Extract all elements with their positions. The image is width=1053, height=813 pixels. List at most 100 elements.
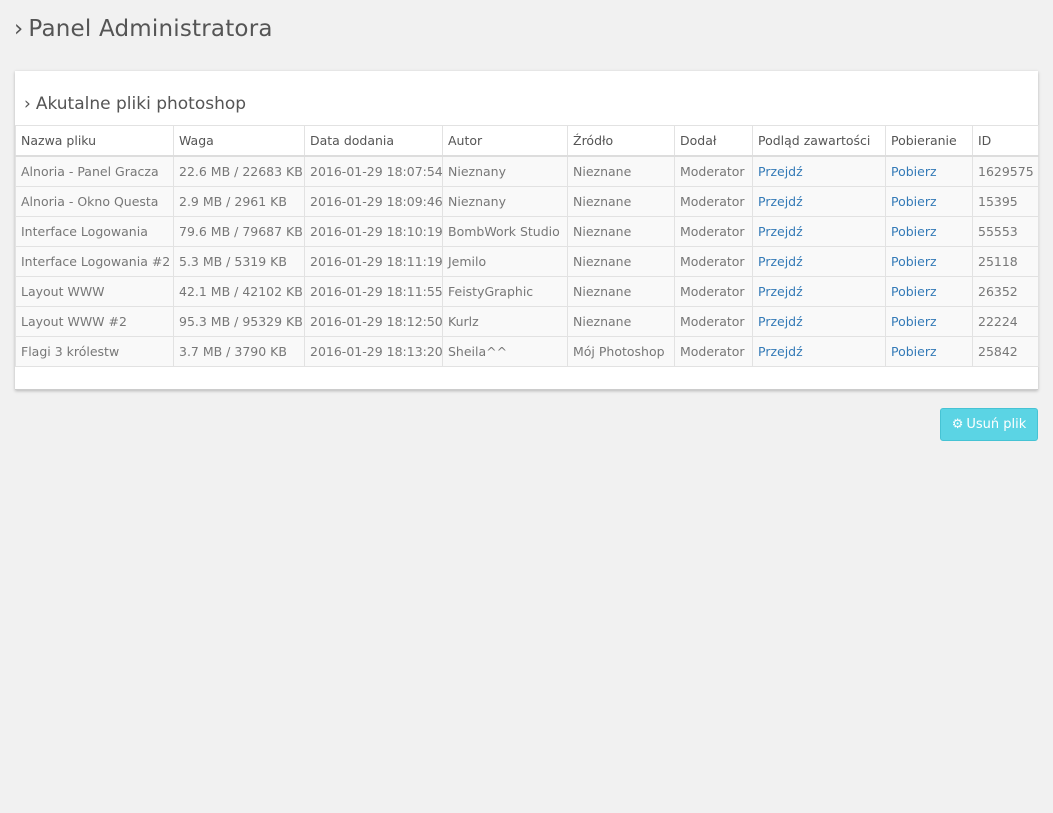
preview-link[interactable]: Przejdź (758, 344, 803, 359)
cell-name: Layout WWW (15, 276, 174, 307)
cell-added-by: Moderator (674, 155, 753, 187)
cell-added-by: Moderator (674, 246, 753, 277)
cell-id: 25118 (972, 246, 1039, 277)
cell-name: Alnoria - Okno Questa (15, 186, 174, 217)
cell-source: Mój Photoshop (567, 336, 675, 367)
cell-date: 2016-01-29 18:11:19 (304, 246, 443, 277)
column-header-id[interactable]: ID (972, 125, 1039, 157)
cell-preview: Przejdź (752, 336, 886, 367)
cell-added-by: Moderator (674, 336, 753, 367)
cell-name: Interface Logowania #2 (15, 246, 174, 277)
cell-added-by: Moderator (674, 276, 753, 307)
cell-author: Nieznany (442, 155, 568, 187)
cell-name: Alnoria - Panel Gracza (15, 155, 174, 187)
cell-preview: Przejdź (752, 246, 886, 277)
preview-link[interactable]: Przejdź (758, 194, 803, 209)
cell-added-by: Moderator (674, 186, 753, 217)
column-header-date[interactable]: Data dodania (304, 125, 443, 157)
cell-author: FeistyGraphic (442, 276, 568, 307)
preview-link[interactable]: Przejdź (758, 224, 803, 239)
cell-author: Sheila^^ (442, 336, 568, 367)
cell-size: 3.7 MB / 3790 KB (173, 336, 305, 367)
cell-source: Nieznane (567, 246, 675, 277)
cell-size: 22.6 MB / 22683 KB (173, 155, 305, 187)
cell-size: 5.3 MB / 5319 KB (173, 246, 305, 277)
cell-name: Layout WWW #2 (15, 306, 174, 337)
column-header-name[interactable]: Nazwa pliku (15, 125, 174, 157)
cell-id: 22224 (972, 306, 1039, 337)
delete-file-button[interactable]: ⚙ Usuń plik (940, 408, 1038, 441)
preview-link[interactable]: Przejdź (758, 164, 803, 179)
cell-id: 1629575 (972, 155, 1039, 187)
cell-source: Nieznane (567, 216, 675, 247)
table-row: Flagi 3 królestw 3.7 MB / 3790 KB 2016-01-… (15, 336, 1039, 367)
cell-id: 15395 (972, 186, 1039, 217)
table-row: Alnoria - Okno Questa 2.9 MB / 2961 KB 201… (15, 186, 1039, 217)
panel-title: › Akutalne pliki photoshop (24, 94, 246, 114)
column-header-added-by[interactable]: Dodał (674, 125, 753, 157)
table-row: Layout WWW #2 95.3 MB / 95329 KB 2016-01-2… (15, 306, 1039, 337)
download-link[interactable]: Pobierz (891, 194, 937, 209)
cell-size: 95.3 MB / 95329 KB (173, 306, 305, 337)
delete-file-label: Usuń plik (966, 417, 1027, 432)
cell-source: Nieznane (567, 155, 675, 187)
cell-author: Jemilo (442, 246, 568, 277)
cell-preview: Przejdź (752, 276, 886, 307)
chevron-right-icon: › (14, 16, 24, 42)
panel-title-text: Akutalne pliki photoshop (35, 94, 247, 114)
download-link[interactable]: Pobierz (891, 164, 937, 179)
cell-date: 2016-01-29 18:12:50 (304, 306, 443, 337)
cell-size: 42.1 MB / 42102 KB (173, 276, 305, 307)
cell-date: 2016-01-29 18:10:19 (304, 216, 443, 247)
cell-download: Pobierz (885, 246, 973, 277)
column-header-source[interactable]: Źródło (567, 125, 675, 157)
cell-date: 2016-01-29 18:11:55 (304, 276, 443, 307)
cell-date: 2016-01-29 18:07:54 (304, 155, 443, 187)
cell-download: Pobierz (885, 186, 973, 217)
cell-author: BombWork Studio (442, 216, 568, 247)
page-title: › Panel Administratora (14, 16, 273, 42)
cell-download: Pobierz (885, 306, 973, 337)
cell-preview: Przejdź (752, 306, 886, 337)
cell-download: Pobierz (885, 216, 973, 247)
cell-author: Nieznany (442, 186, 568, 217)
column-header-preview[interactable]: Podląd zawartości (752, 125, 886, 157)
cell-source: Nieznane (567, 186, 675, 217)
cell-name: Flagi 3 królestw (15, 336, 174, 367)
cell-id: 26352 (972, 276, 1039, 307)
download-link[interactable]: Pobierz (891, 224, 937, 239)
download-link[interactable]: Pobierz (891, 344, 937, 359)
table-row: Alnoria - Panel Gracza 22.6 MB / 22683 KB… (15, 155, 1039, 187)
page-title-text: Panel Administratora (28, 16, 273, 42)
cell-size: 2.9 MB / 2961 KB (173, 186, 305, 217)
cell-date: 2016-01-29 18:09:46 (304, 186, 443, 217)
chevron-right-icon: › (24, 94, 31, 114)
table-row: Interface Logowania #2 5.3 MB / 5319 KB 20… (15, 246, 1039, 277)
download-link[interactable]: Pobierz (891, 314, 937, 329)
files-panel: › Akutalne pliki photoshop Nazwa pliku Wa… (15, 71, 1039, 390)
cell-download: Pobierz (885, 276, 973, 307)
cell-source: Nieznane (567, 306, 675, 337)
cell-id: 25842 (972, 336, 1039, 367)
cell-added-by: Moderator (674, 306, 753, 337)
column-header-size[interactable]: Waga (173, 125, 305, 157)
cell-added-by: Moderator (674, 216, 753, 247)
cell-size: 79.6 MB / 79687 KB (173, 216, 305, 247)
cell-name: Interface Logowania (15, 216, 174, 247)
gear-icon: ⚙ (951, 417, 964, 432)
download-link[interactable]: Pobierz (891, 254, 937, 269)
cell-preview: Przejdź (752, 186, 886, 217)
cell-id: 55553 (972, 216, 1039, 247)
preview-link[interactable]: Przejdź (758, 254, 803, 269)
cell-download: Pobierz (885, 336, 973, 367)
column-header-download[interactable]: Pobieranie (885, 125, 973, 157)
files-table: Nazwa pliku Waga Data dodania Autor Źród… (15, 125, 1039, 367)
preview-link[interactable]: Przejdź (758, 284, 803, 299)
download-link[interactable]: Pobierz (891, 284, 937, 299)
table-header-row: Nazwa pliku Waga Data dodania Autor Źród… (15, 125, 1039, 157)
column-header-author[interactable]: Autor (442, 125, 568, 157)
table-row: Layout WWW 42.1 MB / 42102 KB 2016-01-29 1… (15, 276, 1039, 307)
table-body: Alnoria - Panel Gracza 22.6 MB / 22683 KB… (15, 155, 1039, 367)
preview-link[interactable]: Przejdź (758, 314, 803, 329)
cell-download: Pobierz (885, 155, 973, 187)
